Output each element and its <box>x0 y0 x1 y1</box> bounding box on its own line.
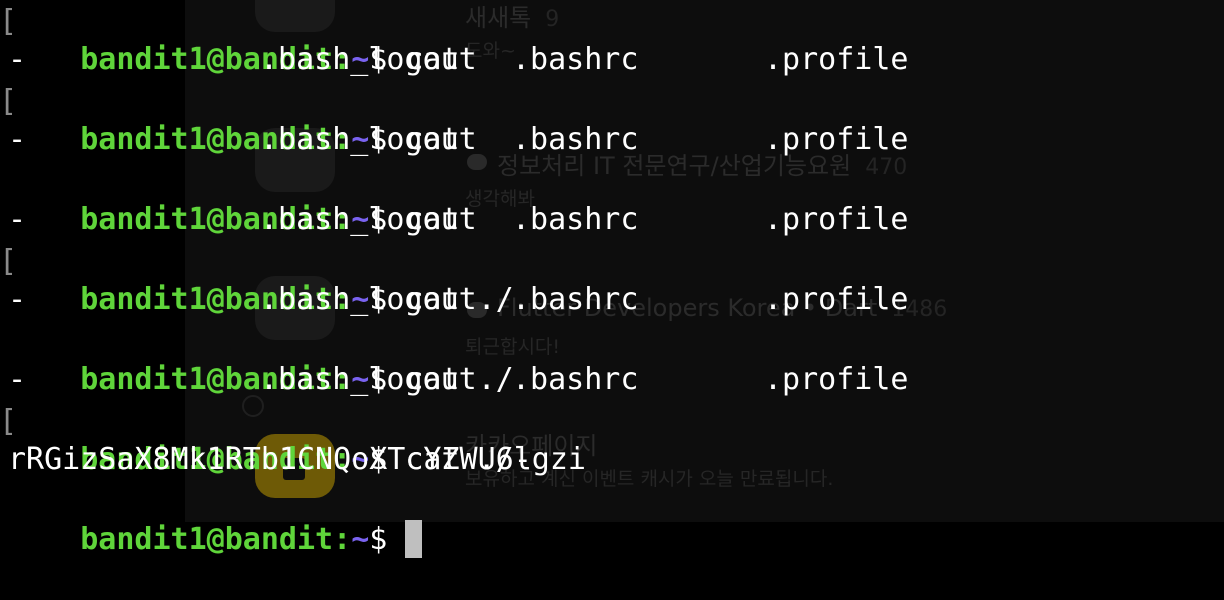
line-bracket: [ <box>0 84 18 119</box>
line-bracket: [ <box>0 404 18 439</box>
prompt-dollar: $ <box>369 522 388 557</box>
file-entry: - <box>8 282 27 317</box>
prompt-colon: : <box>333 522 352 557</box>
file-entry: .bash_logout <box>260 362 477 397</box>
line-bracket: [ <box>0 244 18 279</box>
file-entry: .bashrc <box>512 42 639 77</box>
file-entry: .bash_logout <box>260 202 477 237</box>
file-entry: - <box>8 42 27 77</box>
terminal-cursor[interactable] <box>405 520 423 558</box>
file-entry: - <box>8 122 27 157</box>
prompt-line: [bandit1@bandit:~$ cat <box>0 0 1218 77</box>
ls-output-line: - .bash_logout .bashrc .profile <box>8 40 1218 80</box>
prompt-line: bandit1@bandit:~$ <box>8 480 1218 558</box>
file-entry: - <box>8 362 27 397</box>
file-entry: .profile <box>764 282 909 317</box>
file-entry: .profile <box>764 362 909 397</box>
prompt-line: [bandit1@bandit:~$ cat ./- <box>0 400 1218 477</box>
prompt-line: [bandit1@bandit:~$ cat ./ <box>0 240 1218 317</box>
terminal-output[interactable]: [bandit1@bandit:~$ cat - .bash_logout .bas… <box>0 0 1218 558</box>
prompt-user-host: bandit1@bandit <box>80 522 334 557</box>
file-entry: .bashrc <box>512 362 639 397</box>
prompt-path: ~ <box>351 522 370 557</box>
prompt-line: [bandit1@bandit:~$ cat <box>0 80 1218 157</box>
file-entry: .profile <box>764 122 909 157</box>
line-bracket: [ <box>0 4 18 39</box>
file-entry: .bashrc <box>512 122 639 157</box>
ls-output-line: - .bash_logout .bashrc .profile <box>8 280 1218 320</box>
ls-output-line: - .bash_logout .bashrc .profile <box>8 120 1218 160</box>
prompt-line: bandit1@bandit:~$ cat <box>8 160 1218 237</box>
file-entry: .bashrc <box>512 202 639 237</box>
prompt-line: bandit1@bandit:~$ cat ./ <box>8 320 1218 397</box>
file-entry: .bash_logout <box>260 282 477 317</box>
ls-output-line: - .bash_logout .bashrc .profile <box>8 360 1218 400</box>
file-entry: .profile <box>764 202 909 237</box>
file-entry: .bash_logout <box>260 122 477 157</box>
file-entry: .bashrc <box>512 282 639 317</box>
file-entry: - <box>8 202 27 237</box>
file-entry: .profile <box>764 42 909 77</box>
password-output-line: rRGizSaX8Mk1RTb1CNQoXTcYZWU6lgzi <box>8 442 586 477</box>
ls-output-line: - .bash_logout .bashrc .profile <box>8 200 1218 240</box>
file-entry: .bash_logout <box>260 42 477 77</box>
